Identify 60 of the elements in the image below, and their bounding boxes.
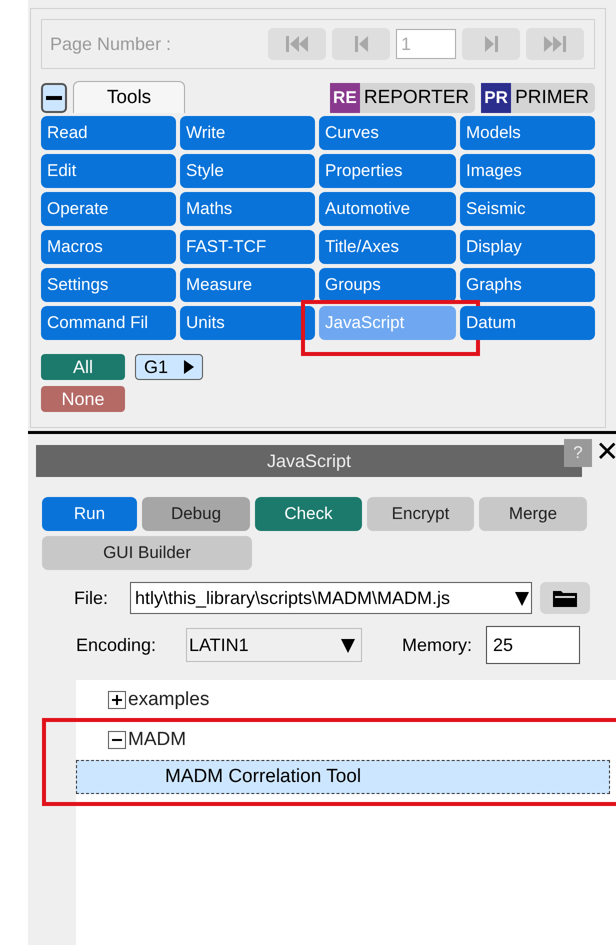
action-button[interactable]: GUI Builder <box>42 536 252 570</box>
tool-button[interactable]: Maths <box>180 192 315 226</box>
app-button[interactable]: PR PRIMER <box>481 83 595 113</box>
collapse-icon[interactable] <box>108 731 126 749</box>
tool-button[interactable]: Display <box>460 230 595 264</box>
action-button[interactable]: Check <box>255 497 362 531</box>
page-number-label: Page Number : <box>50 34 172 54</box>
none-button[interactable]: None <box>41 386 125 412</box>
skip-to-start-icon <box>285 34 309 54</box>
skip-to-end-icon <box>543 34 567 54</box>
help-button[interactable]: ? <box>564 439 592 467</box>
tool-button[interactable]: Units <box>180 306 315 340</box>
memory-field[interactable]: 25 <box>486 626 580 664</box>
tool-button[interactable]: Settings <box>41 268 176 302</box>
tool-button[interactable]: Images <box>460 154 595 188</box>
action-button[interactable]: Encrypt <box>367 497 474 531</box>
memory-label: Memory: <box>402 634 474 656</box>
caret-right-icon <box>184 360 194 374</box>
step-forward-icon <box>484 34 498 54</box>
tool-button[interactable]: Operate <box>41 192 176 226</box>
tool-button[interactable]: Style <box>180 154 315 188</box>
tool-button[interactable]: Graphs <box>460 268 595 302</box>
tool-button[interactable]: Macros <box>41 230 176 264</box>
expand-icon[interactable] <box>108 691 126 709</box>
panel-title: JavaScript <box>266 450 352 472</box>
tool-button[interactable]: Properties <box>319 154 456 188</box>
tool-button[interactable]: Models <box>460 116 595 150</box>
collapse-button[interactable] <box>41 83 67 113</box>
tab[interactable]: Tools <box>73 81 185 113</box>
file-field[interactable]: htly\this_library\scripts\MADM\MADM.js <box>130 582 532 614</box>
tool-button[interactable]: Write <box>180 116 315 150</box>
tool-button[interactable]: Seismic <box>460 192 595 226</box>
folder-icon[interactable] <box>540 582 590 614</box>
action-button[interactable]: Merge <box>479 497 587 531</box>
tool-button[interactable]: Curves <box>319 116 456 150</box>
tree-item[interactable]: MADM <box>128 729 186 751</box>
tool-button[interactable]: Title/Axes <box>319 230 456 264</box>
all-button[interactable]: All <box>41 354 125 380</box>
tool-button[interactable]: Datum <box>460 306 595 340</box>
tree-item[interactable]: examples <box>128 689 210 711</box>
tool-button[interactable]: Measure <box>180 268 315 302</box>
caret-down-icon <box>341 637 355 653</box>
tool-button[interactable]: Automotive <box>319 192 456 226</box>
encoding-dropdown[interactable]: LATIN1 <box>186 628 362 662</box>
action-button[interactable]: Run <box>42 497 137 531</box>
tool-button[interactable]: Edit <box>41 154 176 188</box>
tool-button[interactable]: FAST-TCF <box>180 230 315 264</box>
group-button[interactable]: G1 <box>135 354 203 380</box>
tool-button[interactable]: JavaScript <box>319 306 456 340</box>
step-back-icon <box>354 34 368 54</box>
action-button[interactable]: Debug <box>142 497 250 531</box>
tool-button[interactable]: Read <box>41 116 176 150</box>
app-button[interactable]: RE REPORTER <box>330 83 476 113</box>
tool-button[interactable]: Command Fil <box>41 306 176 340</box>
encoding-label: Encoding: <box>76 634 158 656</box>
file-label: File: <box>74 588 110 608</box>
tool-button[interactable]: Groups <box>319 268 456 302</box>
caret-down-icon <box>515 590 529 606</box>
close-button[interactable]: ✕ <box>592 437 616 467</box>
tree-item[interactable]: MADM Correlation Tool <box>76 760 610 794</box>
